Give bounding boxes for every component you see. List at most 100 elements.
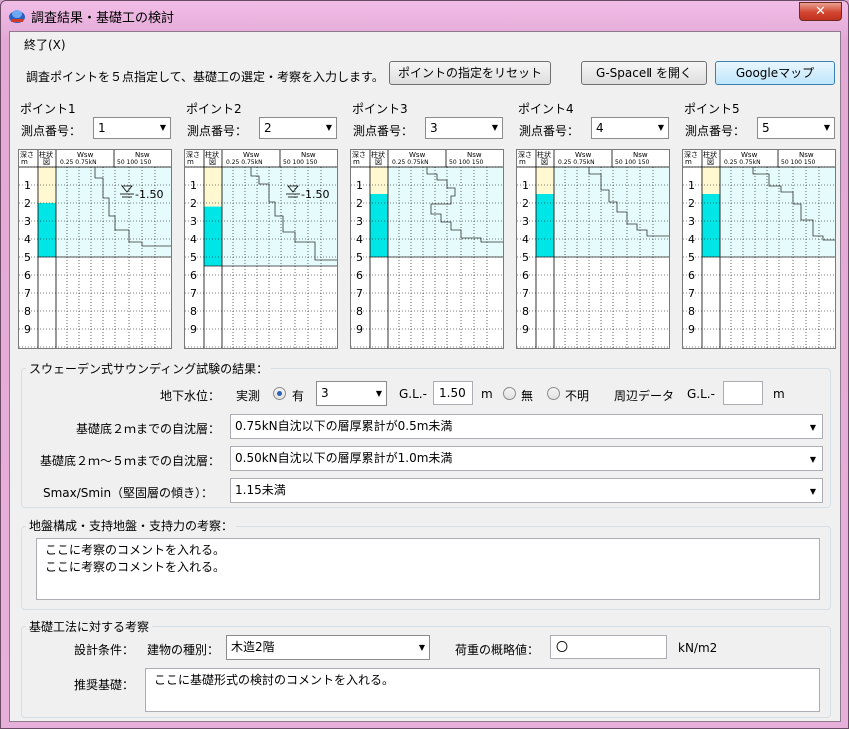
point-5-label: 測点番号：: [685, 124, 746, 138]
header-column-sub: 図: [209, 158, 216, 166]
menu-exit[interactable]: 終了(X): [24, 36, 66, 53]
main-window: 調査結果・基礎工の検討 ✕ 終了(X) 調査ポイントを５点指定して、基礎工の選定…: [0, 0, 849, 729]
depth-tick: 5: [688, 251, 695, 264]
depth-tick: 6: [190, 269, 197, 282]
google-map-button[interactable]: Googleマップ: [715, 61, 835, 85]
nearby-data-label: 周辺データ: [614, 389, 675, 403]
reset-points-button[interactable]: ポイントの指定をリセット: [389, 61, 551, 85]
header-nsw-ticks: 50 100 150: [781, 159, 816, 166]
groundwater-none-radio[interactable]: [503, 387, 516, 400]
groundwater-yes-radio[interactable]: [273, 387, 286, 400]
depth-tick: 6: [24, 269, 31, 282]
row1-value: 0.75kN自沈以下の層厚累計が0.5m未満: [235, 419, 453, 433]
depth-tick: 1: [24, 179, 31, 192]
gl-input[interactable]: 1.50: [433, 381, 473, 405]
ground-comment-line-2: ここに考察のコメントを入れる。: [45, 560, 226, 574]
point-2-title: ポイント2: [186, 102, 242, 116]
header-column-sub: 図: [375, 158, 382, 166]
depth-tick: 2: [356, 197, 363, 210]
point-2-station-select[interactable]: 2 ▼: [259, 117, 337, 139]
design-label: 設計条件：: [74, 643, 135, 657]
header-nsw-ticks: 50 100 150: [615, 159, 650, 166]
water-level-label: -1.50: [135, 188, 163, 201]
header-nsw: Nsw: [301, 151, 316, 159]
title-bar[interactable]: 調査結果・基礎工の検討 ✕: [1, 1, 848, 31]
chevron-down-icon: ▼: [375, 389, 382, 398]
groundwater-point-select[interactable]: 3 ▼: [316, 381, 387, 406]
point-1-sounding-log: 深さ m 柱状図 Wsw 0.25 0.75kN Nsw 50 100 150 1 2 3 4 5 6 7…: [18, 149, 172, 349]
recommend-textarea[interactable]: ここに基礎形式の検討のコメントを入れる。: [145, 668, 820, 712]
point-4-label: 測点番号：: [519, 124, 580, 138]
depth-tick: 9: [356, 323, 363, 336]
depth-tick: 4: [190, 233, 197, 246]
chevron-down-icon: ▼: [823, 123, 830, 132]
chart-fill: [388, 167, 503, 257]
row1-select[interactable]: 0.75kN自沈以下の層厚累計が0.5m未満 ▼: [230, 414, 823, 439]
depth-tick: 6: [356, 269, 363, 282]
building-type-select[interactable]: 木造2階 ▼: [226, 635, 430, 660]
header-wsw: Wsw: [409, 151, 426, 159]
point-3-station-select[interactable]: 3 ▼: [425, 117, 503, 139]
point-5-sounding-log: 深さ m 柱状図 Wsw 0.25 0.75kN Nsw 50 100 150 1 2 3 4 5 6 7…: [682, 149, 836, 349]
water-level-label: -1.50: [301, 188, 329, 201]
depth-tick: 4: [356, 233, 363, 246]
recommend-text: ここに基礎形式の検討のコメントを入れる。: [154, 673, 395, 687]
header-wsw-ticks: 0.25 0.75kN: [392, 159, 429, 166]
point-4-station-select[interactable]: 4 ▼: [591, 117, 669, 139]
load-unit: kN/m2: [678, 641, 718, 655]
depth-tick: 3: [356, 215, 363, 228]
header-nsw-ticks: 50 100 150: [449, 159, 484, 166]
depth-tick: 4: [24, 233, 31, 246]
point-4-station-value: 4: [596, 121, 604, 135]
depth-tick: 5: [190, 251, 197, 264]
groundwater-unknown-radio[interactable]: [547, 387, 560, 400]
header-wsw-ticks: 0.25 0.75kN: [226, 159, 263, 166]
point-1-station-select[interactable]: 1 ▼: [93, 117, 171, 139]
chart-fill: [554, 167, 669, 257]
header-depth-unit: m: [21, 158, 28, 166]
header-depth-unit: m: [519, 158, 526, 166]
header-wsw: Wsw: [575, 151, 592, 159]
point-4-sounding-log: 深さ m 柱状図 Wsw 0.25 0.75kN Nsw 50 100 150 1 2 3 4 5 6 7…: [516, 149, 670, 349]
chevron-down-icon: ▼: [491, 123, 498, 132]
chevron-down-icon: ▼: [657, 123, 664, 132]
load-input[interactable]: 〇: [550, 635, 667, 659]
gspace-button[interactable]: G-SpaceⅡ を開く: [581, 61, 707, 85]
depth-tick: 9: [522, 323, 529, 336]
groundwater-none-label: 無: [521, 389, 534, 403]
depth-tick: 2: [190, 197, 197, 210]
gl-input-2[interactable]: [723, 381, 763, 405]
point-3-sounding-log: 深さ m 柱状図 Wsw 0.25 0.75kN Nsw 50 100 150 1 2 3 4 5 6 7…: [350, 149, 504, 349]
header-wsw-ticks: 0.25 0.75kN: [558, 159, 595, 166]
header-depth-unit: m: [353, 158, 360, 166]
row3-label: Smax/Smin（堅固層の傾き）：: [43, 486, 214, 500]
header-nsw: Nsw: [467, 151, 482, 159]
point-5-station-select[interactable]: 5 ▼: [757, 117, 835, 139]
row2-label: 基礎底２ｍ～５ｍまでの自沈層：: [40, 454, 221, 468]
depth-tick: 5: [24, 251, 31, 264]
chevron-down-icon: ▼: [809, 455, 816, 464]
depth-tick: 7: [688, 287, 695, 300]
depth-tick: 1: [356, 179, 363, 192]
row2-select[interactable]: 0.50kN自沈以下の層厚累計が1.0m未満 ▼: [230, 446, 823, 471]
depth-tick: 9: [688, 323, 695, 336]
depth-tick: 3: [24, 215, 31, 228]
point-1-station-value: 1: [98, 121, 106, 135]
close-button[interactable]: ✕: [799, 2, 842, 21]
row3-select[interactable]: 1.15未満 ▼: [230, 478, 823, 503]
header-wsw: Wsw: [77, 151, 94, 159]
gl-label: G.L.-: [399, 387, 427, 401]
depth-tick: 1: [688, 179, 695, 192]
clay-layer: [536, 194, 554, 257]
point-2-station-value: 2: [264, 121, 272, 135]
ground-comment-textarea[interactable]: ここに考察のコメントを入れる。 ここに考察のコメントを入れる。: [36, 538, 820, 600]
depth-tick: 8: [522, 305, 529, 318]
foundation-caption: 基礎工法に対する考察: [26, 618, 153, 635]
depth-tick: 8: [688, 305, 695, 318]
chevron-down-icon: ▼: [325, 123, 332, 132]
app-icon: [9, 10, 25, 23]
header-nsw-ticks: 50 100 150: [117, 159, 152, 166]
chevron-down-icon: ▼: [418, 643, 425, 652]
depth-tick: 9: [24, 323, 31, 336]
header-nsw: Nsw: [633, 151, 648, 159]
